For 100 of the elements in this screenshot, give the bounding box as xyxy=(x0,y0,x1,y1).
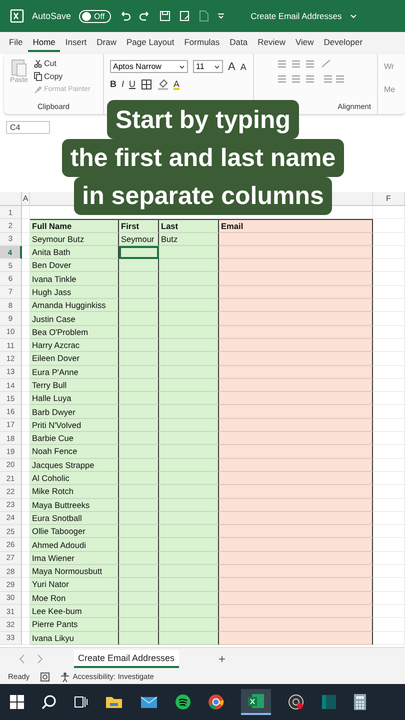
autosave-label: AutoSave xyxy=(32,11,72,21)
table-cell xyxy=(159,525,219,538)
redo-icon[interactable] xyxy=(138,10,151,22)
macro-recording-icon[interactable] xyxy=(40,672,50,682)
table-cell: Seymour xyxy=(119,232,159,246)
table-cell xyxy=(119,432,159,446)
font-name-dropdown[interactable]: Aptos Narrow xyxy=(110,60,188,73)
windows-start-icon[interactable] xyxy=(10,694,24,709)
table-cell xyxy=(159,272,219,286)
table-cell: Eileen Dover xyxy=(30,352,119,366)
table-cell: Terry Bull xyxy=(30,378,119,392)
header-cell: Last xyxy=(159,219,219,233)
table-cell xyxy=(119,246,159,260)
borders-icon[interactable] xyxy=(140,78,152,90)
table-cell xyxy=(159,485,219,499)
cut-button[interactable]: Cut xyxy=(34,57,90,69)
table-cell: Ben Dover xyxy=(30,259,119,272)
table-cell: Ollie Tabooger xyxy=(30,525,119,538)
sheet-tab[interactable]: Create Email Addresses xyxy=(74,650,179,668)
table-cell: Barb Dwyer xyxy=(30,405,119,419)
table-cell: Anita Bath xyxy=(30,246,119,260)
ribbon-tab[interactable]: Home xyxy=(28,34,60,52)
table-cell xyxy=(159,432,219,446)
column-header[interactable]: A xyxy=(22,192,30,205)
mail-icon[interactable] xyxy=(140,694,158,709)
bold-button[interactable]: B xyxy=(110,79,116,89)
table-cell xyxy=(119,525,159,538)
fill-color-icon[interactable] xyxy=(156,78,169,90)
table-cell xyxy=(119,312,159,326)
table-cell xyxy=(159,378,219,392)
save-icon[interactable] xyxy=(158,10,171,22)
table-cell: Pierre Pants xyxy=(30,618,119,632)
table-cell: Al Coholic xyxy=(30,472,119,486)
table-cell xyxy=(159,418,219,432)
name-box[interactable]: C4 xyxy=(6,120,50,134)
search-icon[interactable] xyxy=(41,694,57,710)
ribbon-tab[interactable]: Developer xyxy=(318,34,368,52)
table-cell: Priti N'Volved xyxy=(30,418,119,432)
ribbon-tab[interactable]: View xyxy=(290,34,319,52)
browser-icon[interactable] xyxy=(208,694,224,710)
folder-icon[interactable] xyxy=(105,694,123,709)
customize-dropdown-icon[interactable] xyxy=(216,12,225,20)
table-cell xyxy=(159,565,219,578)
table-cell xyxy=(119,565,159,578)
table-cell xyxy=(119,299,159,312)
copy-button[interactable]: Copy xyxy=(34,70,90,82)
caption-text: Start by typing xyxy=(107,100,298,139)
table-cell xyxy=(159,472,219,486)
table-cell xyxy=(159,326,219,339)
table-cell xyxy=(119,458,159,472)
ribbon-tab[interactable]: File xyxy=(4,34,28,52)
table-cell xyxy=(119,418,159,432)
table-cell xyxy=(159,352,219,366)
caption-text: in separate columns xyxy=(74,177,332,215)
table-cell xyxy=(119,604,159,618)
underline-button[interactable]: U xyxy=(129,79,136,89)
recorder-app-icon[interactable] xyxy=(288,694,304,710)
table-cell xyxy=(119,512,159,526)
table-cell: Maya Normousbutt xyxy=(30,565,119,578)
document-title[interactable]: Create Email Addresses xyxy=(250,11,342,21)
font-size-dropdown[interactable]: 11 xyxy=(193,60,223,73)
task-view-icon[interactable] xyxy=(74,694,88,709)
header-cell: First xyxy=(119,219,159,233)
add-sheet-button[interactable]: + xyxy=(218,652,226,666)
table-cell xyxy=(119,632,159,645)
table-cell xyxy=(119,259,159,272)
table-cell xyxy=(159,259,219,272)
table-cell xyxy=(119,352,159,366)
grow-font-button[interactable]: A xyxy=(228,60,236,72)
table-cell: Lee Kee-bum xyxy=(30,604,119,618)
ribbon-tab[interactable]: Draw xyxy=(92,34,122,52)
table-cell xyxy=(159,632,219,645)
document-edit-icon[interactable] xyxy=(178,10,191,22)
spreadsheet-app-icon[interactable] xyxy=(241,688,271,715)
table-cell: Justin Case xyxy=(30,312,119,326)
table-cell: Mike Rotch xyxy=(30,485,119,499)
table-cell xyxy=(159,299,219,312)
font-color-button[interactable]: A xyxy=(174,79,180,89)
column-header[interactable]: F xyxy=(373,192,405,205)
italic-button[interactable]: I xyxy=(122,79,124,89)
panel-app-icon[interactable] xyxy=(321,694,337,710)
ribbon-tab[interactable]: Review xyxy=(252,34,291,52)
table-cell: Seymour Butz xyxy=(30,232,119,246)
undo-icon[interactable] xyxy=(118,10,131,22)
autosave-toggle[interactable]: Off xyxy=(79,10,111,22)
calculator-icon[interactable] xyxy=(354,694,366,710)
table-cell xyxy=(159,498,219,512)
caret-icon[interactable] xyxy=(350,14,357,18)
header-cell: Full Name xyxy=(30,219,119,233)
copy-icon xyxy=(34,72,42,80)
table-cell xyxy=(159,338,219,352)
ribbon-tab[interactable]: Formulas xyxy=(179,34,225,52)
shrink-font-button[interactable]: A xyxy=(240,62,246,72)
ribbon-tab[interactable]: Data xyxy=(224,34,253,52)
ribbon-tab[interactable]: Page Layout xyxy=(122,34,180,52)
table-cell xyxy=(119,618,159,632)
music-app-icon[interactable] xyxy=(175,694,191,710)
ribbon-tab[interactable]: Insert xyxy=(60,34,92,52)
table-cell xyxy=(119,445,159,459)
table-cell xyxy=(159,246,219,260)
